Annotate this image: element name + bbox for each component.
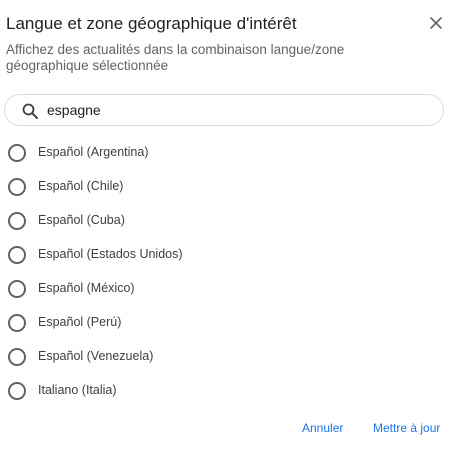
search-box[interactable] — [4, 94, 444, 126]
radio-button[interactable] — [8, 178, 26, 196]
option-espanol-argentina[interactable]: Español (Argentina) — [0, 136, 450, 170]
search-icon — [22, 103, 38, 119]
radio-button[interactable] — [8, 212, 26, 230]
option-label: Español (Perú) — [38, 315, 122, 329]
cancel-button[interactable]: Annuler — [302, 421, 343, 435]
radio-button[interactable] — [8, 348, 26, 366]
close-button[interactable] — [427, 14, 445, 32]
option-label: Italiano (Italia) — [38, 383, 117, 397]
radio-button[interactable] — [8, 382, 26, 400]
radio-button[interactable] — [8, 280, 26, 298]
option-label: Español (Chile) — [38, 179, 124, 193]
option-label: Español (México) — [38, 281, 135, 295]
language-region-list: Español (Argentina) Español (Chile) Espa… — [0, 136, 450, 401]
dialog-title: Langue et zone géographique d'intérêt — [6, 14, 297, 33]
language-region-dialog: Langue et zone géographique d'intérêt Af… — [0, 0, 450, 450]
option-espanol-chile[interactable]: Español (Chile) — [0, 170, 450, 204]
option-espanol-estados-unidos[interactable]: Español (Estados Unidos) — [0, 238, 450, 272]
option-italiano-italia[interactable]: Italiano (Italia) — [0, 374, 450, 401]
option-espanol-cuba[interactable]: Español (Cuba) — [0, 204, 450, 238]
option-espanol-peru[interactable]: Español (Perú) — [0, 306, 450, 340]
option-label: Español (Estados Unidos) — [38, 247, 183, 261]
option-espanol-mexico[interactable]: Español (México) — [0, 272, 450, 306]
radio-button[interactable] — [8, 246, 26, 264]
option-espanol-venezuela[interactable]: Español (Venezuela) — [0, 340, 450, 374]
close-icon — [430, 17, 442, 29]
option-label: Español (Cuba) — [38, 213, 125, 227]
radio-button[interactable] — [8, 144, 26, 162]
update-button[interactable]: Mettre à jour — [373, 421, 440, 435]
option-label: Español (Argentina) — [38, 145, 149, 159]
radio-button[interactable] — [8, 314, 26, 332]
option-label: Español (Venezuela) — [38, 349, 154, 363]
search-input[interactable] — [47, 98, 427, 122]
dialog-subtitle: Affichez des actualités dans la combinai… — [6, 42, 345, 73]
